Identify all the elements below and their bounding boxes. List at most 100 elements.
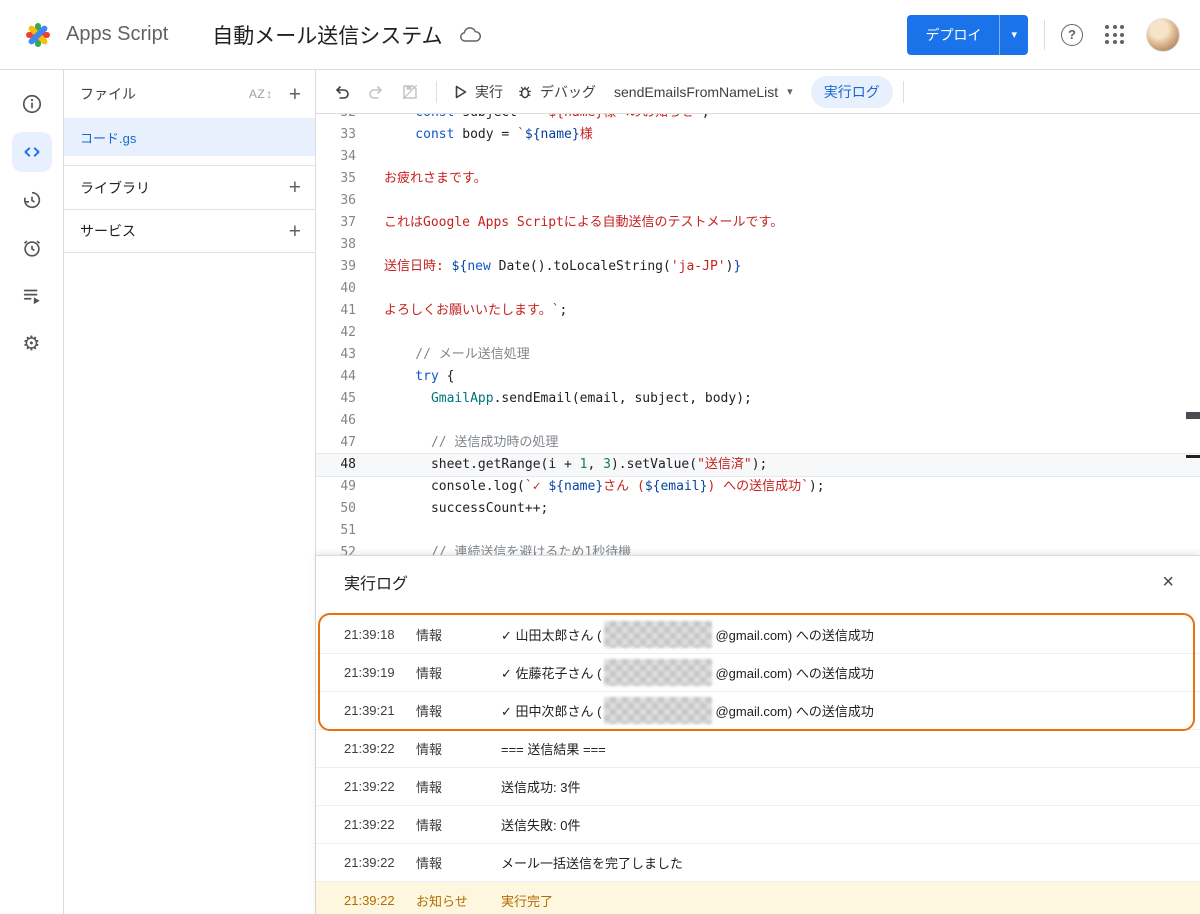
code-line-39[interactable]: 39 送信日時: ${new Date().toLocaleString('ja-…: [316, 256, 1200, 278]
code-line-32[interactable]: 32const subject = `${name}様へのお知らせ`;: [316, 114, 1200, 124]
code-text: try {: [415, 369, 455, 384]
sort-files-button[interactable]: AZ ↕: [249, 87, 273, 101]
code-text: const body = `${name}様: [415, 127, 593, 142]
deploy-button-label[interactable]: デプロイ: [907, 14, 1000, 55]
log-row[interactable]: 21:39:22 情報 送信失敗: 0件: [316, 806, 1200, 844]
code-line-46[interactable]: 46: [316, 410, 1200, 432]
code-line-50[interactable]: 50 successCount++;: [316, 498, 1200, 520]
line-number: 47: [340, 435, 356, 450]
run-label: 実行: [475, 83, 503, 100]
file-item-code-gs[interactable]: コード.gs: [64, 118, 315, 156]
services-section[interactable]: サービス +: [64, 209, 315, 253]
log-row[interactable]: 21:39:22 情報 === 送信結果 ===: [316, 730, 1200, 768]
redacted-email-blur: [604, 621, 713, 648]
code-line-51[interactable]: 51: [316, 520, 1200, 542]
sort-arrows-icon: ↕: [266, 87, 273, 101]
deploy-dropdown-arrow-icon[interactable]: ▾: [999, 14, 1028, 55]
code-line-43[interactable]: 43 // メール送信処理: [316, 344, 1200, 366]
apps-script-window: Apps Script 自動メール送信システム デプロイ ▾ ? ⚙ ファイル …: [0, 0, 1200, 914]
add-library-button[interactable]: +: [289, 177, 301, 198]
settings-gear-icon[interactable]: ⚙: [12, 324, 52, 364]
overview-ruler-mark: [1186, 455, 1200, 458]
libraries-section[interactable]: ライブラリ +: [64, 165, 315, 209]
add-file-button[interactable]: +: [289, 84, 301, 105]
header-divider: [1044, 19, 1045, 50]
log-timestamp: 21:39:22: [344, 779, 395, 794]
code-line-37[interactable]: 37 これはGoogle Apps Scriptによる自動送信のテストメールです。: [316, 212, 1200, 234]
editor-code-icon[interactable]: [11, 132, 52, 172]
files-header: ファイル AZ ↕ +: [64, 70, 315, 118]
run-play-icon: [455, 85, 467, 98]
code-line-36[interactable]: 36: [316, 190, 1200, 212]
deploy-button[interactable]: デプロイ ▾: [907, 14, 1028, 55]
log-row[interactable]: 21:39:18 情報 ✓ 山田太郎さん (@gmail.com) への送信成功: [316, 616, 1200, 654]
line-number: 42: [340, 325, 356, 340]
log-row[interactable]: 21:39:22 お知らせ 実行完了: [316, 882, 1200, 914]
save-icon[interactable]: [394, 76, 426, 108]
execution-log-chip[interactable]: 実行ログ: [810, 75, 893, 108]
project-title[interactable]: 自動メール送信システム: [212, 20, 442, 50]
code-line-42[interactable]: 42: [316, 322, 1200, 344]
execution-log-panel: 実行ログ × 21:39:18 情報 ✓ 山田太郎さん (@gmail.com) へ…: [316, 555, 1200, 914]
code-line-33[interactable]: 33 const body = `${name}様: [316, 124, 1200, 146]
line-number: 51: [340, 523, 356, 538]
log-message-suffix: @gmail.com) への送信成功: [715, 704, 874, 719]
redo-icon[interactable]: [360, 76, 392, 108]
log-type: お知らせ: [416, 894, 468, 909]
code-text: const subject = `${name}様へのお知らせ`;: [384, 114, 1200, 124]
overview-info-icon[interactable]: [12, 84, 52, 124]
log-type: 情報: [416, 818, 443, 833]
log-row[interactable]: 21:39:19 情報 ✓ 佐藤花子さん (@gmail.com) への送信成功: [316, 654, 1200, 692]
log-message: メール一括送信を完了しました: [501, 856, 684, 871]
log-message-suffix: @gmail.com) への送信成功: [715, 666, 874, 681]
toolbar-divider: [436, 80, 437, 103]
function-selector[interactable]: sendEmailsFromNameList ▾: [614, 84, 793, 100]
main-column: 実行 デバッグ sendEmailsFromNameList ▾ 実行ログ 32…: [316, 70, 1200, 914]
help-icon[interactable]: ?: [1061, 23, 1083, 46]
code-text: sheet.getRange(i + 1, 3).setValue("送信済")…: [430, 457, 768, 472]
log-message-prefix: ✓ 山田太郎さん (: [501, 628, 602, 643]
line-number: 36: [340, 193, 356, 208]
code-line-49[interactable]: 49 console.log(`✓ ${name}さん (${email}) への…: [316, 476, 1200, 498]
top-header: Apps Script 自動メール送信システム デプロイ ▾ ?: [0, 0, 1200, 70]
code-line-47[interactable]: 47 // 送信成功時の処理: [316, 432, 1200, 454]
log-panel-header: 実行ログ ×: [316, 556, 1200, 608]
code-line-44[interactable]: 44 try {: [316, 366, 1200, 388]
line-number: 44: [340, 369, 356, 384]
undo-icon[interactable]: [326, 76, 358, 108]
log-row[interactable]: 21:39:21 情報 ✓ 田中次郎さん (@gmail.com) への送信成功: [316, 692, 1200, 730]
code-line-48[interactable]: 48 sheet.getRange(i + 1, 3).setValue("送信済…: [316, 454, 1200, 476]
executions-list-icon[interactable]: [12, 276, 52, 316]
app-name: Apps Script: [66, 23, 169, 45]
line-number: 45: [340, 391, 356, 406]
log-row[interactable]: 21:39:22 情報 メール一括送信を完了しました: [316, 844, 1200, 882]
log-type: 情報: [416, 856, 443, 871]
scrollbar-thumb[interactable]: [1186, 412, 1200, 419]
project-history-icon[interactable]: [12, 180, 52, 220]
avatar[interactable]: [1146, 17, 1180, 52]
run-button[interactable]: 実行: [447, 76, 509, 108]
code-line-40[interactable]: 40: [316, 278, 1200, 300]
code-line-38[interactable]: 38: [316, 234, 1200, 256]
line-number: 46: [340, 413, 356, 428]
code-line-45[interactable]: 45 GmailApp.sendEmail(email, subject, bod…: [316, 388, 1200, 410]
function-caret-icon: ▾: [787, 86, 793, 98]
code-editor[interactable]: 32const subject = `${name}様へのお知らせ`; 33 con…: [316, 114, 1200, 555]
code-line-52[interactable]: 52 // 連続送信を避けるため1秒待機: [316, 542, 1200, 555]
add-service-button[interactable]: +: [289, 221, 301, 242]
files-title: ファイル: [80, 86, 136, 102]
triggers-clock-icon[interactable]: [12, 228, 52, 268]
code-line-35[interactable]: 35 お疲れさまです。: [316, 168, 1200, 190]
apps-script-logo-icon: [20, 17, 56, 53]
log-type: 情報: [416, 704, 443, 719]
apps-grid-icon[interactable]: [1105, 25, 1124, 44]
log-row[interactable]: 21:39:22 情報 送信成功: 3件: [316, 768, 1200, 806]
code-line-41[interactable]: 41 よろしくお願いいたします。`;: [316, 300, 1200, 322]
gear-glyph: ⚙: [22, 333, 41, 355]
code-text: console.log(`✓ ${name}さん (${email}) への送信…: [430, 479, 825, 494]
close-icon[interactable]: ×: [1162, 572, 1174, 592]
code-line-34[interactable]: 34: [316, 146, 1200, 168]
debug-button[interactable]: デバッグ: [511, 76, 602, 108]
line-number: 37: [340, 215, 356, 230]
